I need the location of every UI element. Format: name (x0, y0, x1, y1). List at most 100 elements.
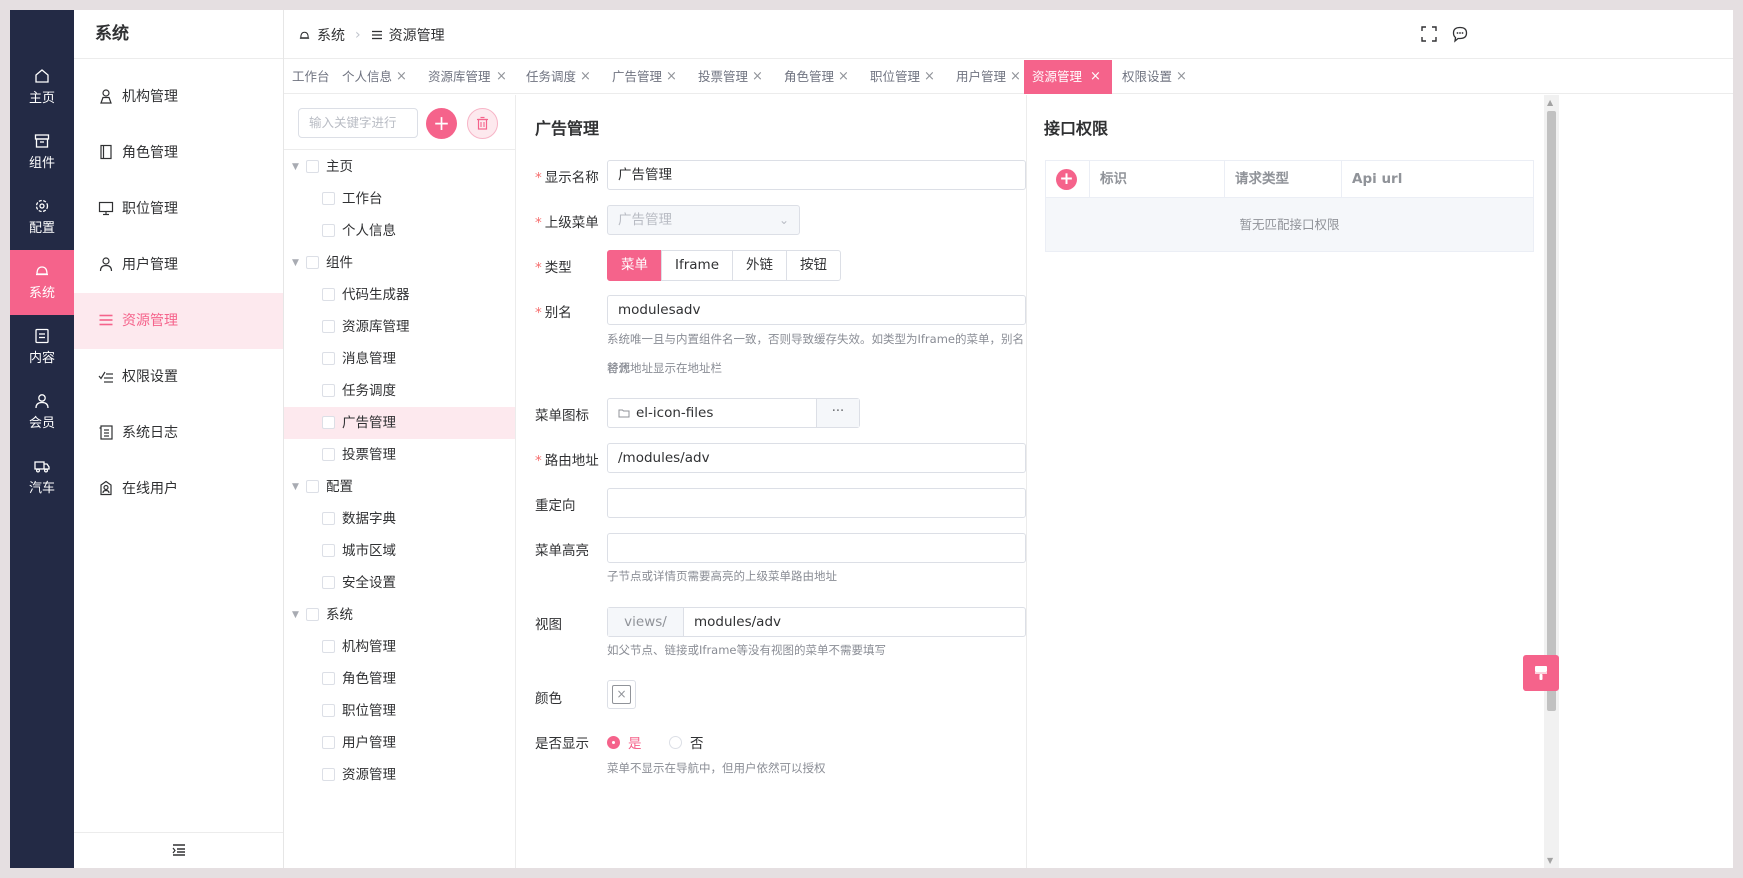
rail-item-home[interactable]: 主页 (10, 55, 74, 120)
highlight-input[interactable] (607, 533, 1026, 563)
visible-radio-yes[interactable]: 是 (607, 732, 642, 752)
tree-checkbox[interactable] (306, 480, 319, 493)
color-picker[interactable]: × (607, 680, 636, 709)
tree-checkbox[interactable] (322, 640, 335, 653)
tree-checkbox[interactable] (322, 736, 335, 749)
menu-icon-picker[interactable]: el-icon-files ··· (607, 398, 860, 428)
breadcrumb-item[interactable]: 系统 (317, 25, 345, 45)
caret-down-icon[interactable]: ▼ (292, 247, 299, 279)
tree-search-input[interactable] (298, 108, 418, 138)
rail-item-car[interactable]: 汽车 (10, 445, 74, 510)
rail-item-content[interactable]: 内容 (10, 315, 74, 380)
tab-task-scheduler[interactable]: 任务调度 × (518, 60, 598, 94)
tree-checkbox[interactable] (322, 704, 335, 717)
close-icon[interactable]: × (1176, 60, 1187, 94)
close-icon[interactable]: × (1010, 60, 1021, 94)
tree-checkbox[interactable] (322, 512, 335, 525)
close-icon[interactable]: × (666, 60, 677, 94)
tree-checkbox[interactable] (322, 224, 335, 237)
tree-checkbox[interactable] (306, 256, 319, 269)
tab-resource-library[interactable]: 资源库管理 × (420, 60, 512, 94)
theme-brush-button[interactable] (1523, 655, 1559, 691)
add-node-button[interactable]: + (426, 108, 457, 139)
scroll-down-icon[interactable]: ▼ (1547, 856, 1553, 865)
tree-node-selected[interactable]: 广告管理 (284, 407, 515, 439)
rail-item-config[interactable]: 配置 (10, 185, 74, 250)
tab-workbench[interactable]: 工作台 (284, 60, 332, 94)
tab-users[interactable]: 用户管理 × (948, 60, 1028, 94)
tree-node[interactable]: 数据字典 (284, 503, 515, 535)
vertical-scrollbar[interactable]: ▲ ▼ (1544, 95, 1559, 868)
tab-votes[interactable]: 投票管理 × (690, 60, 770, 94)
tree-node[interactable]: 安全设置 (284, 567, 515, 599)
tree-node[interactable]: ▼ 配置 (284, 471, 515, 503)
tree-checkbox[interactable] (306, 160, 319, 173)
close-icon[interactable]: × (924, 60, 935, 94)
tab-roles[interactable]: 角色管理 × (776, 60, 856, 94)
rail-item-members[interactable]: 会员 (10, 380, 74, 445)
close-icon[interactable]: × (496, 60, 507, 94)
tree-node[interactable]: 工作台 (284, 183, 515, 215)
tree-checkbox[interactable] (322, 576, 335, 589)
sidebar-item-org[interactable]: 机构管理 (74, 69, 283, 125)
route-input[interactable]: /modules/adv (607, 443, 1026, 473)
close-icon[interactable]: × (580, 60, 591, 94)
caret-down-icon[interactable]: ▼ (292, 471, 299, 503)
close-icon[interactable]: × (1090, 60, 1101, 94)
tree-checkbox[interactable] (322, 320, 335, 333)
type-option-button[interactable]: 按钮 (786, 250, 842, 281)
tree-node[interactable]: 机构管理 (284, 631, 515, 663)
delete-node-button[interactable] (467, 108, 498, 139)
tree-node[interactable]: 资源库管理 (284, 311, 515, 343)
tree-node[interactable]: 投票管理 (284, 439, 515, 471)
rail-item-components[interactable]: 组件 (10, 120, 74, 185)
message-icon[interactable] (1451, 25, 1469, 43)
tree-checkbox[interactable] (322, 288, 335, 301)
tree-node[interactable]: 资源管理 (284, 759, 515, 791)
sidebar-item-users[interactable]: 用户管理 (74, 237, 283, 293)
tree-node[interactable]: 个人信息 (284, 215, 515, 247)
parent-menu-select[interactable]: 广告管理 ⌄ (607, 205, 800, 235)
view-input[interactable]: modules/adv (684, 608, 1025, 636)
scrollbar-thumb[interactable] (1547, 111, 1556, 711)
sidebar-item-positions[interactable]: 职位管理 (74, 181, 283, 237)
caret-down-icon[interactable]: ▼ (292, 151, 299, 183)
tree-node[interactable]: 用户管理 (284, 727, 515, 759)
display-name-input[interactable]: 广告管理 (607, 160, 1026, 190)
sidebar-item-permissions[interactable]: 权限设置 (74, 349, 283, 405)
view-input-group[interactable]: views/ modules/adv (607, 607, 1026, 637)
tree-checkbox[interactable] (322, 672, 335, 685)
tree-node[interactable]: 城市区域 (284, 535, 515, 567)
close-icon[interactable]: × (396, 60, 407, 94)
sidebar-item-online-users[interactable]: 在线用户 (74, 461, 283, 517)
tab-profile[interactable]: 个人信息 × (334, 60, 414, 94)
caret-down-icon[interactable]: ▼ (292, 599, 299, 631)
type-option-menu[interactable]: 菜单 (607, 250, 662, 281)
tree-node[interactable]: 角色管理 (284, 663, 515, 695)
add-api-button[interactable]: + (1056, 169, 1077, 190)
tab-ads[interactable]: 广告管理 × (604, 60, 684, 94)
fullscreen-icon[interactable] (1420, 25, 1438, 43)
more-icon[interactable]: ··· (816, 399, 859, 427)
tab-resources[interactable]: 资源管理 × (1024, 60, 1112, 94)
tree-node[interactable]: 消息管理 (284, 343, 515, 375)
tree-node[interactable]: 职位管理 (284, 695, 515, 727)
collapse-sidebar-button[interactable] (74, 832, 283, 868)
sidebar-item-logs[interactable]: 系统日志 (74, 405, 283, 461)
tree-node[interactable]: 任务调度 (284, 375, 515, 407)
tree-node[interactable]: ▼ 主页 (284, 151, 515, 183)
sidebar-item-roles[interactable]: 角色管理 (74, 125, 283, 181)
sidebar-item-resources[interactable]: 资源管理 (74, 293, 283, 349)
alias-input[interactable]: modulesadv (607, 295, 1026, 325)
redirect-input[interactable] (607, 488, 1026, 518)
tree-checkbox[interactable] (322, 448, 335, 461)
tree-node[interactable]: ▼ 系统 (284, 599, 515, 631)
tab-permissions[interactable]: 权限设置 × (1114, 60, 1194, 94)
tree-checkbox[interactable] (306, 608, 319, 621)
tree-checkbox[interactable] (322, 192, 335, 205)
type-option-iframe[interactable]: Iframe (661, 250, 734, 281)
type-option-link[interactable]: 外链 (732, 250, 788, 281)
tree-node[interactable]: ▼ 组件 (284, 247, 515, 279)
close-icon[interactable]: × (838, 60, 849, 94)
scroll-up-icon[interactable]: ▲ (1547, 98, 1553, 107)
